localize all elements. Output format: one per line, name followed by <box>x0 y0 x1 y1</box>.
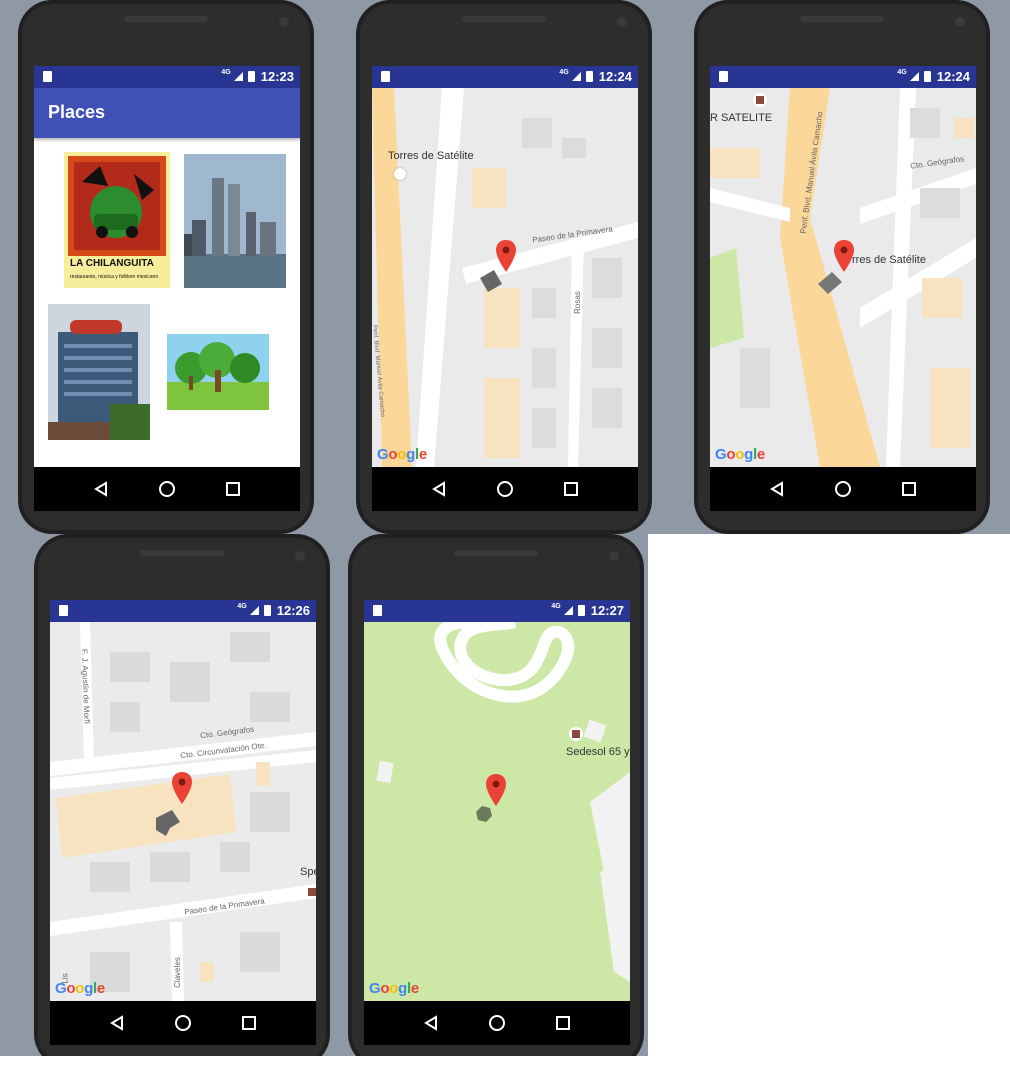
signal-icon <box>909 72 919 81</box>
network-type: 4G <box>221 69 231 76</box>
map-label-poi: Sedesol 65 y <box>566 746 630 758</box>
screen: 4G 12:26 Cto. Geógrafos Cto. Circunvalaci… <box>50 600 316 1001</box>
map-label-street2: Rosas <box>572 291 582 314</box>
battery-icon <box>577 605 585 616</box>
status-bar: 4G 12:27 <box>364 600 630 622</box>
google-logo: Google <box>377 446 427 463</box>
google-logo: Google <box>715 446 765 463</box>
clock: 12:27 <box>590 603 624 618</box>
recents-icon[interactable] <box>901 481 917 497</box>
google-logo: Google <box>369 980 419 997</box>
clock: 12:23 <box>260 69 294 84</box>
home-icon[interactable] <box>496 480 514 498</box>
clock: 12:24 <box>936 69 970 84</box>
status-bar: 4G 12:24 <box>372 66 638 88</box>
status-bar: 4G 12:24 <box>710 66 976 88</box>
signal-icon <box>233 72 243 81</box>
screen: 4G 12:24 R SATELITE rres de Satélite Peri… <box>710 66 976 467</box>
map-label-street5: Claveles <box>172 957 182 988</box>
screen: 4G 12:24 Torres de Satélite Paseo de la P… <box>372 66 638 467</box>
sd-card-icon <box>381 71 390 82</box>
navigation-bar <box>34 467 300 511</box>
phone-map-5: 4G 12:27 Sedesol 65 y Google <box>348 534 644 1068</box>
chilanguita-logo-text: LA CHILANGUITA <box>70 258 154 269</box>
home-icon[interactable] <box>834 480 852 498</box>
navigation-bar <box>372 467 638 511</box>
network-type: 4G <box>897 69 907 76</box>
place-thumbnail-building[interactable] <box>48 304 150 440</box>
map-view[interactable]: Cto. Geógrafos Cto. Circunvalación Ote. … <box>50 622 316 1001</box>
map-label-poi: rres de Satélite <box>852 254 926 266</box>
signal-icon <box>563 606 573 615</box>
place-thumbnail-chilanguita[interactable]: LA CHILANGUITA restaurante, música y fol… <box>64 152 170 288</box>
status-bar: 4G 12:23 <box>34 66 300 88</box>
battery-icon <box>247 71 255 82</box>
map-label-poi2: R SATELITE <box>710 112 773 124</box>
screen: 4G 12:27 Sedesol 65 y Google <box>364 600 630 1001</box>
app-bar: Places <box>34 88 300 138</box>
recents-icon[interactable] <box>555 1015 571 1031</box>
map-label-poi: Torres de Satélite <box>388 150 474 162</box>
back-icon[interactable] <box>769 481 785 497</box>
status-bar: 4G 12:26 <box>50 600 316 622</box>
navigation-bar <box>50 1001 316 1045</box>
chilanguita-sub-text: restaurante, música y folklore mexicano <box>70 274 159 280</box>
home-icon[interactable] <box>174 1014 192 1032</box>
landmark-icon <box>394 168 406 180</box>
map-label-poi: Spe <box>300 866 316 878</box>
navigation-bar <box>364 1001 630 1045</box>
phone-map-2: 4G 12:24 Torres de Satélite Paseo de la P… <box>356 0 652 534</box>
sd-card-icon <box>719 71 728 82</box>
phone-map-4: 4G 12:26 Cto. Geógrafos Cto. Circunvalaci… <box>34 534 330 1068</box>
clock: 12:26 <box>276 603 310 618</box>
map-marker-pin[interactable] <box>486 774 506 806</box>
back-icon[interactable] <box>431 481 447 497</box>
map-view[interactable]: Sedesol 65 y Google <box>364 622 630 1001</box>
battery-icon <box>263 605 271 616</box>
home-icon[interactable] <box>488 1014 506 1032</box>
battery-icon <box>585 71 593 82</box>
back-icon[interactable] <box>109 1015 125 1031</box>
sd-card-icon <box>59 605 68 616</box>
map-marker-pin[interactable] <box>834 240 854 272</box>
recents-icon[interactable] <box>241 1015 257 1031</box>
signal-icon <box>249 606 259 615</box>
app-title: Places <box>48 102 106 122</box>
sd-card-icon <box>373 605 382 616</box>
back-icon[interactable] <box>93 481 109 497</box>
signal-icon <box>571 72 581 81</box>
network-type: 4G <box>559 69 569 76</box>
map-marker-pin[interactable] <box>172 772 192 804</box>
phone-map-3: 4G 12:24 R SATELITE rres de Satélite Peri… <box>694 0 990 534</box>
place-thumbnail-park[interactable] <box>167 334 269 410</box>
battery-icon <box>923 71 931 82</box>
back-icon[interactable] <box>423 1015 439 1031</box>
place-thumbnail-towers[interactable] <box>184 154 286 288</box>
map-marker-pin[interactable] <box>496 240 516 272</box>
map-view[interactable]: R SATELITE rres de Satélite Perif. Blvd.… <box>710 88 976 467</box>
sd-card-icon <box>43 71 52 82</box>
network-type: 4G <box>551 603 561 610</box>
google-logo: Google <box>55 980 105 997</box>
recents-icon[interactable] <box>563 481 579 497</box>
recents-icon[interactable] <box>225 481 241 497</box>
screen: 4G 12:23 Places LA CHILANGUITA restaurant… <box>34 66 300 467</box>
map-view[interactable]: Torres de Satélite Paseo de la Primavera… <box>372 88 638 467</box>
home-icon[interactable] <box>158 480 176 498</box>
phone-places: 4G 12:23 Places LA CHILANGUITA restaurant… <box>18 0 314 534</box>
clock: 12:24 <box>598 69 632 84</box>
navigation-bar <box>710 467 976 511</box>
network-type: 4G <box>237 603 247 610</box>
